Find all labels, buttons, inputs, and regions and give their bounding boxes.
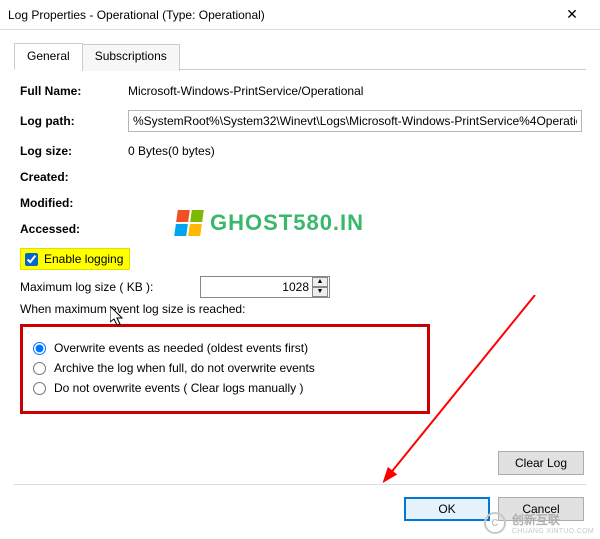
cancel-button[interactable]: Cancel: [498, 497, 584, 521]
radio-manual-input[interactable]: [33, 382, 46, 395]
retention-radio-group: Overwrite events as needed (oldest event…: [20, 324, 430, 414]
radio-manual[interactable]: Do not overwrite events ( Clear logs man…: [33, 381, 417, 395]
clear-log-button[interactable]: Clear Log: [498, 451, 584, 475]
spin-down-icon[interactable]: ▼: [312, 287, 328, 297]
radio-archive[interactable]: Archive the log when full, do not overwr…: [33, 361, 417, 375]
input-max-log-size[interactable]: [200, 276, 330, 298]
enable-logging-row[interactable]: Enable logging: [20, 248, 130, 270]
close-button[interactable]: ✕: [552, 0, 592, 30]
tab-subscriptions[interactable]: Subscriptions: [82, 44, 180, 71]
label-created: Created:: [20, 170, 128, 184]
enable-logging-checkbox[interactable]: [25, 253, 38, 266]
label-log-size: Log size:: [20, 144, 128, 158]
label-max-log-size: Maximum log size ( KB ):: [20, 280, 200, 294]
label-full-name: Full Name:: [20, 84, 128, 98]
input-log-path[interactable]: [128, 110, 582, 132]
label-log-path: Log path:: [20, 114, 128, 128]
corner-watermark-subtext: CHUANG XINTUO.COM: [512, 528, 594, 535]
radio-archive-label: Archive the log when full, do not overwr…: [54, 361, 315, 375]
value-log-size: 0 Bytes(0 bytes): [128, 144, 582, 158]
label-modified: Modified:: [20, 196, 128, 210]
ok-button[interactable]: OK: [404, 497, 490, 521]
max-log-size-spinner[interactable]: ▲ ▼: [312, 277, 328, 297]
value-full-name: Microsoft-Windows-PrintService/Operation…: [128, 84, 582, 98]
title-bar: Log Properties - Operational (Type: Oper…: [0, 0, 600, 30]
radio-overwrite[interactable]: Overwrite events as needed (oldest event…: [33, 341, 417, 355]
radio-archive-input[interactable]: [33, 362, 46, 375]
window-title: Log Properties - Operational (Type: Oper…: [8, 8, 552, 22]
enable-logging-label: Enable logging: [44, 252, 123, 266]
separator: [14, 484, 586, 485]
tab-general[interactable]: General: [14, 43, 83, 70]
radio-overwrite-label: Overwrite events as needed (oldest event…: [54, 341, 308, 355]
spin-up-icon[interactable]: ▲: [312, 277, 328, 287]
radio-manual-label: Do not overwrite events ( Clear logs man…: [54, 381, 303, 395]
tab-strip: General Subscriptions: [14, 42, 586, 70]
label-accessed: Accessed:: [20, 222, 128, 236]
radio-overwrite-input[interactable]: [33, 342, 46, 355]
label-when-reached: When maximum event log size is reached:: [20, 302, 582, 316]
